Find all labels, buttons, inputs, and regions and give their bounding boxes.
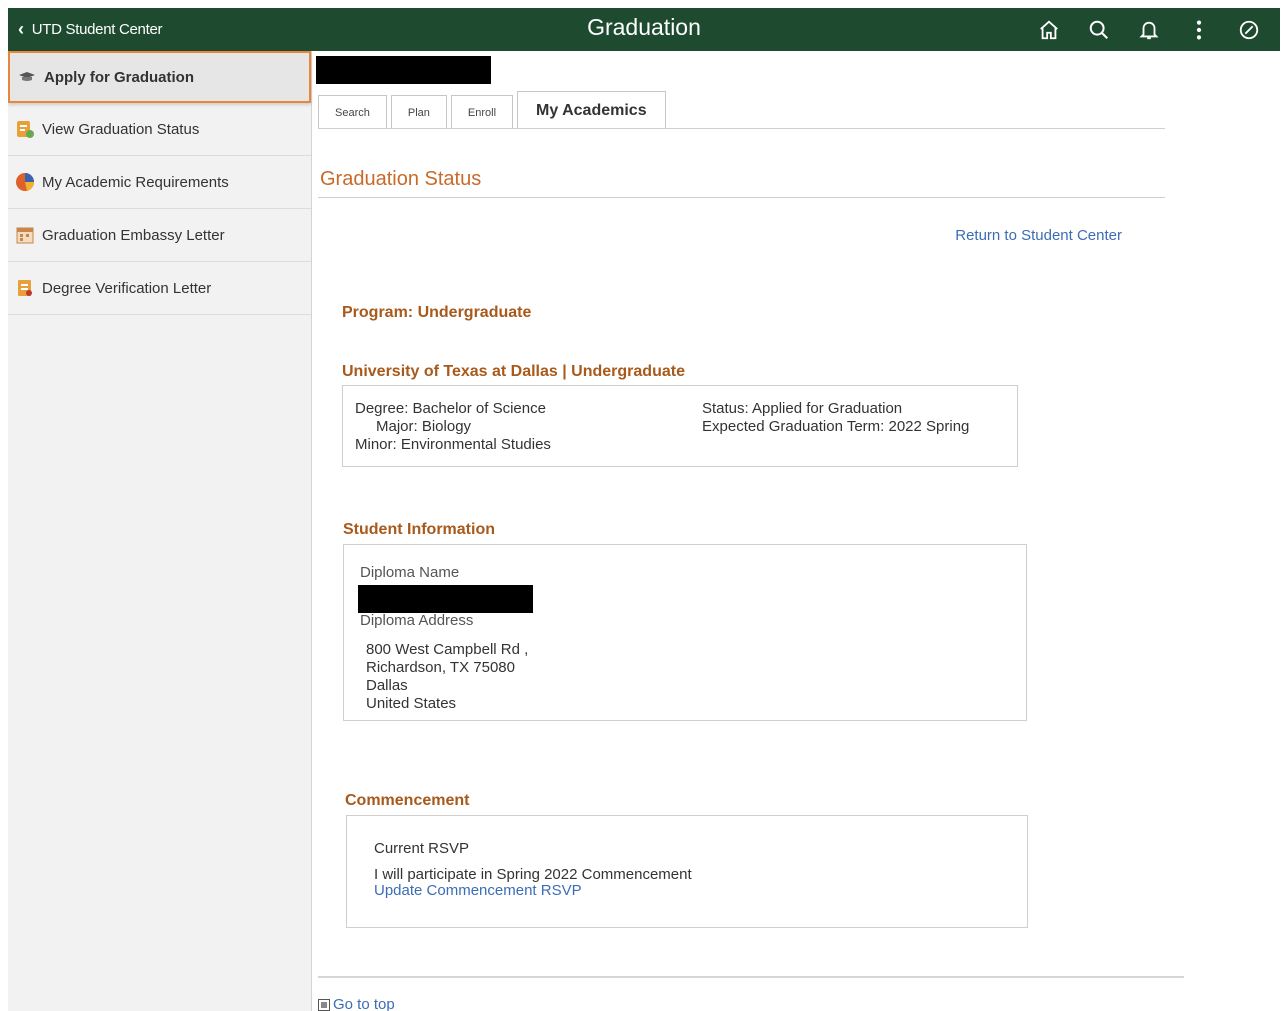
student-information-box: Diploma Name Diploma Address 800 West Ca…: [343, 544, 1027, 721]
sidebar-item-apply-for-graduation[interactable]: Apply for Graduation: [8, 51, 311, 103]
diploma-name-label: Diploma Name: [360, 564, 460, 581]
sidebar-item-label: Degree Verification Letter: [42, 279, 212, 297]
tab-enroll[interactable]: Enroll: [450, 95, 514, 129]
pie-chart-icon: [14, 171, 36, 193]
compass-icon[interactable]: [1224, 12, 1274, 48]
student-information-heading: Student Information: [343, 521, 495, 538]
commencement-box: Current RSVP I will participate in Sprin…: [346, 815, 1028, 928]
degree-box: Degree: Bachelor of Science Major: Biolo…: [342, 385, 1018, 467]
bottom-divider: [318, 976, 1184, 978]
more-icon[interactable]: [1174, 12, 1224, 48]
address-line: Dallas: [366, 677, 408, 694]
address-line: Richardson, TX 75080: [366, 659, 515, 676]
go-to-top-icon: [318, 998, 330, 1011]
return-to-student-center-link[interactable]: Return to Student Center: [955, 227, 1122, 244]
expected-term-value: Expected Graduation Term: 2022 Spring: [702, 418, 970, 435]
go-to-top-label: Go to top: [333, 996, 395, 1011]
tab-plan[interactable]: Plan: [390, 95, 447, 129]
search-icon[interactable]: [1074, 12, 1124, 48]
address-line: United States: [366, 695, 457, 712]
minor-value: Minor: Environmental Studies: [355, 436, 551, 453]
tab-my-academics[interactable]: My Academics: [517, 91, 666, 129]
app-frame: ‹ UTD Student Center Graduation Apply fo…: [8, 8, 1280, 1011]
update-commencement-rsvp-link[interactable]: Update Commencement RSVP: [374, 882, 582, 899]
top-bar: ‹ UTD Student Center Graduation: [8, 8, 1280, 51]
sidebar: Apply for Graduation View Graduation Sta…: [8, 51, 312, 1011]
rsvp-status-text: I will participate in Spring 2022 Commen…: [374, 866, 692, 883]
header-actions: [1024, 8, 1274, 51]
program-heading: Program: Undergraduate: [342, 304, 532, 321]
go-to-top-link[interactable]: Go to top: [318, 996, 395, 1011]
section-divider: [318, 197, 1165, 198]
cap-icon: [16, 66, 38, 88]
tab-search[interactable]: Search: [318, 95, 387, 129]
sidebar-item-label: Apply for Graduation: [44, 68, 194, 86]
bell-icon[interactable]: [1124, 12, 1174, 48]
sidebar-item-label: My Academic Requirements: [42, 173, 229, 191]
tabs-divider: [318, 128, 1165, 129]
sidebar-item-view-graduation-status[interactable]: View Graduation Status: [8, 103, 311, 156]
document-check-icon: [14, 118, 36, 140]
academic-tabs: Search Plan Enroll My Academics: [318, 91, 670, 129]
current-rsvp-label: Current RSVP: [374, 840, 470, 857]
diploma-address-label: Diploma Address: [360, 612, 474, 629]
major-value: Major: Biology: [376, 418, 472, 435]
institution-heading: University of Texas at Dallas | Undergra…: [342, 363, 685, 380]
commencement-heading: Commencement: [345, 792, 470, 809]
calendar-letter-icon: [14, 224, 36, 246]
redacted-diploma-name: [358, 585, 533, 613]
status-value: Status: Applied for Graduation: [702, 400, 903, 417]
degree-value: Degree: Bachelor of Science: [355, 400, 546, 417]
sidebar-item-graduation-embassy-letter[interactable]: Graduation Embassy Letter: [8, 209, 311, 262]
home-icon[interactable]: [1024, 12, 1074, 48]
section-title: Graduation Status: [320, 168, 482, 190]
sidebar-item-label: Graduation Embassy Letter: [42, 226, 225, 244]
main-content: Search Plan Enroll My Academics Graduati…: [312, 51, 1280, 1011]
sidebar-item-my-academic-requirements[interactable]: My Academic Requirements: [8, 156, 311, 209]
sidebar-item-label: View Graduation Status: [42, 120, 200, 138]
address-line: 800 West Campbell Rd ,: [366, 641, 529, 658]
redacted-student-name: [316, 56, 491, 84]
certificate-icon: [14, 277, 36, 299]
sidebar-item-degree-verification-letter[interactable]: Degree Verification Letter: [8, 262, 311, 315]
